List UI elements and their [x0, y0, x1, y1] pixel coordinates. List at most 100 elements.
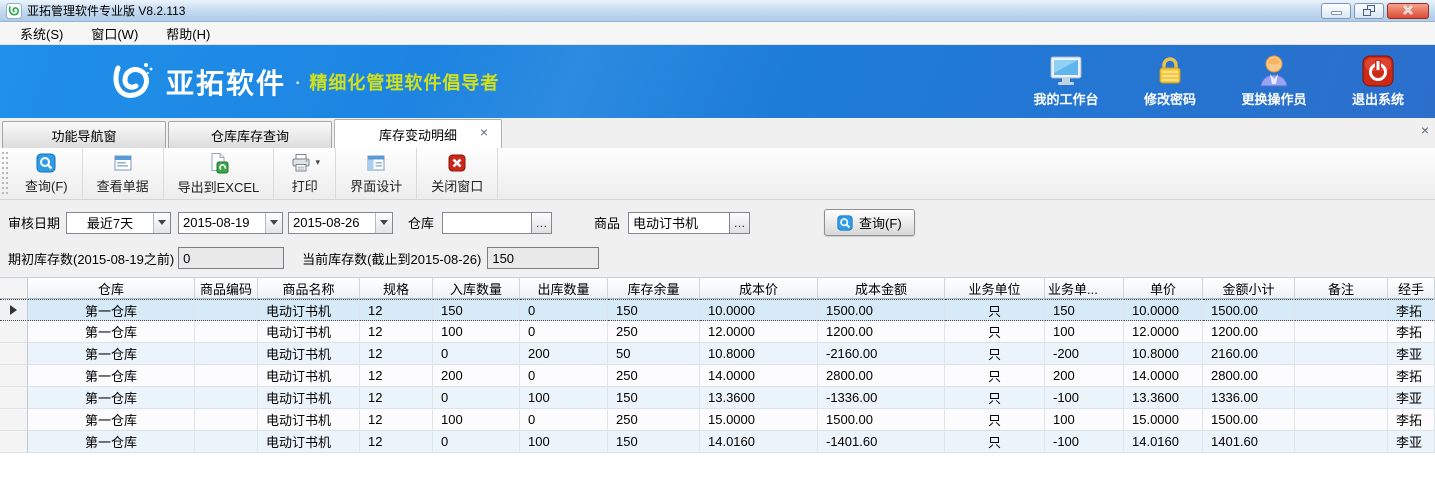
- grid-cell[interactable]: 1200.00: [1203, 321, 1295, 343]
- grid-cell[interactable]: -1336.00: [818, 387, 945, 409]
- grid-cell[interactable]: 200: [520, 343, 608, 365]
- product-picker-button[interactable]: …: [729, 213, 749, 233]
- grid-cell[interactable]: [195, 409, 258, 431]
- restore-button[interactable]: [1354, 3, 1384, 19]
- column-header[interactable]: 成本价: [700, 278, 818, 299]
- grid-cell[interactable]: [195, 365, 258, 387]
- row-selector-cell[interactable]: [0, 365, 28, 387]
- grid-cell[interactable]: 100: [520, 431, 608, 453]
- tab-function-navigator[interactable]: 功能导航窗: [2, 121, 166, 148]
- grid-cell[interactable]: 150: [608, 387, 700, 409]
- grid-cell[interactable]: 只: [945, 365, 1045, 387]
- grid-cell[interactable]: 1200.00: [818, 321, 945, 343]
- grid-cell[interactable]: 12: [360, 431, 433, 453]
- close-button[interactable]: [1387, 3, 1429, 19]
- grid-cell[interactable]: 电动订书机: [258, 365, 360, 387]
- table-row[interactable]: 第一仓库电动订书机12010015013.3600-1336.00只-10013…: [0, 387, 1435, 409]
- grid-cell[interactable]: 0: [520, 299, 608, 321]
- close-window-button[interactable]: 关闭窗口: [417, 148, 498, 199]
- grid-cell[interactable]: 0: [520, 365, 608, 387]
- grid-cell[interactable]: 电动订书机: [258, 431, 360, 453]
- grid-cell[interactable]: 只: [945, 299, 1045, 321]
- grid-cell[interactable]: -100: [1045, 387, 1124, 409]
- column-header[interactable]: 业务单...: [1045, 278, 1124, 299]
- export-excel-button[interactable]: 导出到EXCEL: [164, 148, 275, 199]
- grid-cell[interactable]: 12: [360, 343, 433, 365]
- grid-cell[interactable]: 100: [1045, 409, 1124, 431]
- column-header[interactable]: 规格: [360, 278, 433, 299]
- grid-cell[interactable]: 2160.00: [1203, 343, 1295, 365]
- warehouse-input[interactable]: [443, 213, 531, 233]
- grid-cell[interactable]: 14.0000: [1124, 365, 1203, 387]
- dropdown-button[interactable]: [375, 213, 392, 233]
- row-selector-cell[interactable]: [0, 343, 28, 365]
- menu-system[interactable]: 系统(S): [8, 22, 75, 45]
- grid-cell[interactable]: 15.0000: [1124, 409, 1203, 431]
- grid-cell[interactable]: -1401.60: [818, 431, 945, 453]
- column-header[interactable]: 经手: [1388, 278, 1435, 299]
- tab-stock-change-detail[interactable]: 库存变动明细 ×: [334, 119, 502, 148]
- grid-cell[interactable]: 电动订书机: [258, 409, 360, 431]
- grid-cell[interactable]: 10.8000: [700, 343, 818, 365]
- grid-cell[interactable]: 只: [945, 387, 1045, 409]
- grid-cell[interactable]: 12: [360, 299, 433, 321]
- grid-cell[interactable]: 1336.00: [1203, 387, 1295, 409]
- grid-cell[interactable]: 0: [520, 409, 608, 431]
- row-selector-cell[interactable]: [0, 431, 28, 453]
- dropdown-button[interactable]: [265, 213, 282, 233]
- grid-cell[interactable]: 第一仓库: [28, 409, 195, 431]
- grid-cell[interactable]: 12: [360, 409, 433, 431]
- grid-cell[interactable]: 李亚: [1388, 431, 1435, 453]
- grid-cell[interactable]: 李拓: [1388, 299, 1435, 321]
- print-button[interactable]: ▾ 打印: [274, 148, 336, 199]
- grid-cell[interactable]: 1500.00: [1203, 299, 1295, 321]
- grid-cell[interactable]: 2800.00: [818, 365, 945, 387]
- column-header[interactable]: 金额小计: [1203, 278, 1295, 299]
- grid-cell[interactable]: 150: [1045, 299, 1124, 321]
- grid-cell[interactable]: 250: [608, 365, 700, 387]
- grid-cell[interactable]: 50: [608, 343, 700, 365]
- column-header[interactable]: 入库数量: [433, 278, 520, 299]
- grid-cell[interactable]: 150: [608, 299, 700, 321]
- grid-cell[interactable]: [1295, 409, 1388, 431]
- column-header[interactable]: 出库数量: [520, 278, 608, 299]
- grid-cell[interactable]: [1295, 431, 1388, 453]
- print-dropdown-caret-icon[interactable]: ▾: [316, 157, 321, 168]
- my-workstation-button[interactable]: 我的工作台: [1027, 55, 1105, 108]
- grid-cell[interactable]: 150: [433, 299, 520, 321]
- grid-cell[interactable]: -2160.00: [818, 343, 945, 365]
- column-header[interactable]: 成本金额: [818, 278, 945, 299]
- grid-cell[interactable]: 100: [520, 387, 608, 409]
- grid-cell[interactable]: 电动订书机: [258, 299, 360, 321]
- grid-cell[interactable]: 只: [945, 321, 1045, 343]
- date-preset-select[interactable]: 最近7天: [66, 212, 171, 234]
- grid-cell[interactable]: 李拓: [1388, 409, 1435, 431]
- grid-cell[interactable]: 13.3600: [700, 387, 818, 409]
- grid-cell[interactable]: 15.0000: [700, 409, 818, 431]
- grid-cell[interactable]: [1295, 299, 1388, 321]
- query-button[interactable]: 查询(F): [824, 209, 915, 236]
- grid-cell[interactable]: 100: [433, 321, 520, 343]
- grid-cell[interactable]: [1295, 387, 1388, 409]
- grid-cell[interactable]: 10.8000: [1124, 343, 1203, 365]
- grid-cell[interactable]: 12.0000: [700, 321, 818, 343]
- ui-design-button[interactable]: 界面设计: [336, 148, 417, 199]
- exit-system-button[interactable]: 退出系统: [1339, 55, 1417, 108]
- grid-cell[interactable]: 电动订书机: [258, 343, 360, 365]
- grid-cell[interactable]: 14.0160: [700, 431, 818, 453]
- grid-cell[interactable]: [195, 299, 258, 321]
- view-document-button[interactable]: 查看单据: [83, 148, 164, 199]
- grid-cell[interactable]: 第一仓库: [28, 365, 195, 387]
- dropdown-button[interactable]: [153, 213, 170, 233]
- column-header[interactable]: 单价: [1124, 278, 1203, 299]
- grid-cell[interactable]: 第一仓库: [28, 299, 195, 321]
- grid-cell[interactable]: 0: [433, 431, 520, 453]
- grid-cell[interactable]: -200: [1045, 343, 1124, 365]
- tab-close-icon[interactable]: ×: [480, 125, 488, 139]
- grid-cell[interactable]: 第一仓库: [28, 387, 195, 409]
- grid-cell[interactable]: 150: [608, 431, 700, 453]
- row-selector-cell[interactable]: [0, 299, 28, 321]
- grid-cell[interactable]: 12: [360, 365, 433, 387]
- table-row[interactable]: 第一仓库电动订书机12150015010.00001500.00只15010.0…: [0, 299, 1435, 321]
- grid-cell[interactable]: [1295, 343, 1388, 365]
